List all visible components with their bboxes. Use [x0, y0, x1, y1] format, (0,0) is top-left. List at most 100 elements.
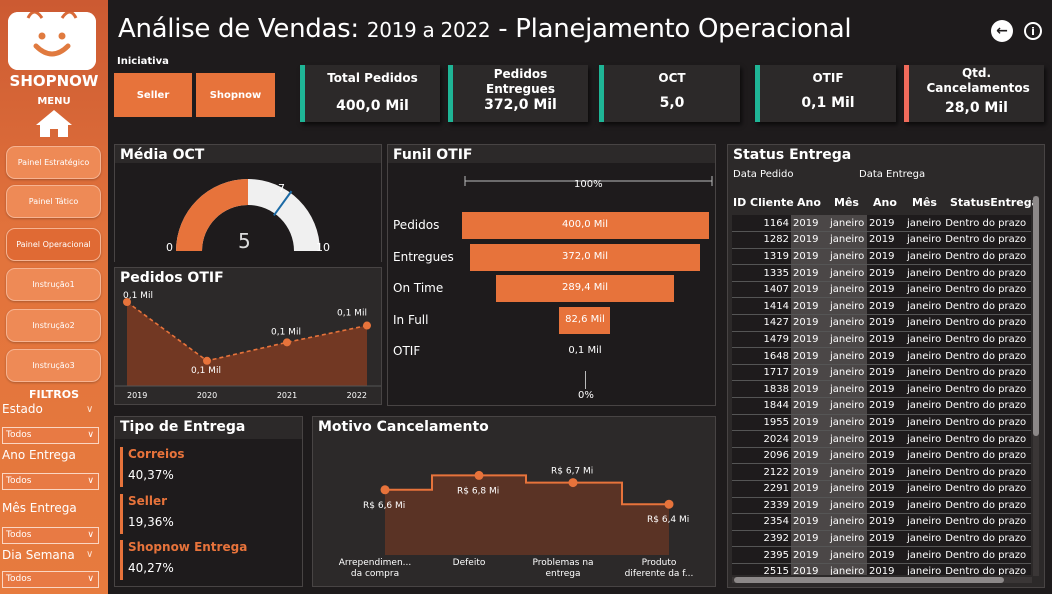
nav-painel-operacional[interactable]: Painel Operacional: [6, 228, 101, 261]
otif-x-tick: 2020: [197, 391, 217, 400]
table-row[interactable]: 1479 2019 janeiro 2019 janeiro Dentro do praz…: [732, 331, 1032, 349]
col-ano-pedido[interactable]: Ano: [797, 196, 821, 209]
table-cell: Dentro do prazo: [943, 480, 1032, 498]
table-cell: 2019: [867, 380, 905, 399]
filter-estado-select[interactable]: Todos ∨: [2, 427, 99, 444]
table-cell: Dentro do prazo: [943, 331, 1032, 349]
table-cell: 2019: [791, 563, 828, 575]
table-cell: Dentro do prazo: [943, 447, 1032, 465]
table-row[interactable]: 2096 2019 janeiro 2019 janeiro Dentro do praz…: [732, 447, 1032, 465]
table-cell: 1955: [732, 414, 791, 432]
status-table-body: 1164 2019 janeiro 2019 janeiro Dentro do praz…: [732, 215, 1032, 575]
motivo-point: [474, 470, 484, 480]
home-icon[interactable]: [30, 108, 78, 138]
shopnow-button[interactable]: Shopnow: [196, 73, 275, 117]
table-row[interactable]: 1955 2019 janeiro 2019 janeiro Dentro do praz…: [732, 414, 1032, 432]
otif-x-tick: 2019: [127, 391, 147, 400]
filter-mes-select[interactable]: Todos ∨: [2, 527, 99, 544]
initiative-label: Iniciativa: [117, 56, 169, 67]
filter-dia-select[interactable]: Todos ∨: [2, 571, 99, 588]
table-cell: 1407: [732, 281, 791, 299]
nav-painel-estrategico[interactable]: Painel Estratégico: [6, 146, 101, 179]
seller-button[interactable]: Seller: [114, 73, 192, 117]
table-cell: 2019: [791, 231, 828, 249]
motivo-point: [568, 478, 578, 488]
col-id-cliente[interactable]: ID Cliente: [733, 196, 794, 209]
filter-ano-select[interactable]: Todos ∨: [2, 473, 99, 490]
table-row[interactable]: 2291 2019 janeiro 2019 janeiro Dentro do praz…: [732, 480, 1032, 498]
nav-instrucao3[interactable]: Instrução3: [6, 349, 101, 382]
accent-bar: [120, 494, 123, 534]
table-row[interactable]: 2354 2019 janeiro 2019 janeiro Dentro do praz…: [732, 513, 1032, 531]
panel-title: Funil OTIF: [393, 147, 473, 163]
nav-instrucao1[interactable]: Instrução1: [6, 268, 101, 301]
table-cell: janeiro: [828, 463, 867, 481]
table-row[interactable]: 2122 2019 janeiro 2019 janeiro Dentro do praz…: [732, 463, 1032, 481]
table-cell: 2019: [791, 430, 828, 448]
filter-estado-label: Estado: [2, 402, 43, 416]
gauge-value-label: 5: [238, 229, 251, 253]
table-row[interactable]: 1838 2019 janeiro 2019 janeiro Dentro do praz…: [732, 380, 1032, 399]
table-cell: janeiro: [905, 380, 944, 399]
table-row[interactable]: 2395 2019 janeiro 2019 janeiro Dentro do praz…: [732, 546, 1032, 564]
table-cell: janeiro: [905, 231, 944, 249]
table-cell: 1335: [732, 264, 791, 282]
table-cell: 2019: [791, 215, 828, 233]
info-icon[interactable]: i: [1024, 22, 1042, 40]
col-mes-pedido[interactable]: Mês: [834, 196, 859, 209]
table-row[interactable]: 1717 2019 janeiro 2019 janeiro Dentro do praz…: [732, 364, 1032, 382]
filter-ano-label: Ano Entrega: [2, 448, 76, 462]
table-cell: 2019: [867, 297, 905, 316]
table-row[interactable]: 1414 2019 janeiro 2019 janeiro Dentro do praz…: [732, 297, 1032, 316]
table-cell: 1838: [732, 380, 791, 399]
table-row[interactable]: 2515 2019 janeiro 2019 janeiro Dentro do praz…: [732, 563, 1032, 575]
funil-bar-value: 372,0 Mil: [562, 250, 608, 262]
table-row[interactable]: 2339 2019 janeiro 2019 janeiro Dentro do praz…: [732, 497, 1032, 515]
scrollbar-thumb[interactable]: [1033, 196, 1039, 436]
table-cell: 2019: [791, 447, 828, 465]
motivo-data-label: R$ 6,4 Mi: [647, 515, 689, 525]
col-status-entrega[interactable]: StatusEntrega: [950, 196, 1039, 209]
filter-mes-label: Mês Entrega: [2, 501, 77, 515]
nav-instrucao2[interactable]: Instrução2: [6, 309, 101, 342]
chevron-down-icon[interactable]: ∨: [86, 549, 93, 560]
table-row[interactable]: 1844 2019 janeiro 2019 janeiro Dentro do praz…: [732, 397, 1032, 415]
table-cell: janeiro: [828, 297, 867, 316]
kpi-title: OTIF: [812, 71, 844, 85]
table-row[interactable]: 1335 2019 janeiro 2019 janeiro Dentro do praz…: [732, 264, 1032, 282]
nav-painel-tatico[interactable]: Painel Tático: [6, 185, 101, 218]
horizontal-scrollbar[interactable]: [732, 577, 1032, 583]
table-cell: janeiro: [905, 364, 944, 382]
table-cell: janeiro: [828, 480, 867, 498]
chevron-down-icon[interactable]: ∨: [86, 404, 93, 415]
funil-stage-label: Pedidos: [393, 218, 440, 232]
table-row[interactable]: 2392 2019 janeiro 2019 janeiro Dentro do praz…: [732, 530, 1032, 548]
otif-x-tick: 2022: [347, 391, 367, 400]
filter-estado-value: Todos: [6, 430, 32, 440]
table-row[interactable]: 1319 2019 janeiro 2019 janeiro Dentro do praz…: [732, 248, 1032, 266]
vertical-scrollbar[interactable]: [1033, 196, 1039, 576]
table-cell: janeiro: [905, 297, 944, 316]
back-arrow-icon[interactable]: ←: [991, 20, 1013, 42]
col-mes-entrega[interactable]: Mês: [912, 196, 937, 209]
table-row[interactable]: 1282 2019 janeiro 2019 janeiro Dentro do praz…: [732, 231, 1032, 249]
table-cell: janeiro: [905, 430, 944, 448]
title-years: 2019 a 2022: [366, 18, 491, 42]
tipo-pct: 40,27%: [128, 561, 174, 575]
table-row[interactable]: 1427 2019 janeiro 2019 janeiro Dentro do praz…: [732, 314, 1032, 332]
table-row[interactable]: 1648 2019 janeiro 2019 janeiro Dentro do praz…: [732, 347, 1032, 365]
table-row[interactable]: 2024 2019 janeiro 2019 janeiro Dentro do praz…: [732, 430, 1032, 448]
table-cell: 2019: [791, 513, 828, 531]
otif-data-label: 0,1 Mil: [271, 327, 301, 337]
col-ano-entrega[interactable]: Ano: [873, 196, 897, 209]
table-cell: 2019: [867, 347, 905, 365]
table-cell: 2019: [867, 480, 905, 498]
table-cell: 2019: [867, 331, 905, 349]
filter-ano-value: Todos: [6, 476, 32, 486]
menu-label: MENU: [37, 96, 71, 107]
table-cell: 2291: [732, 480, 791, 498]
scrollbar-thumb[interactable]: [734, 577, 1004, 583]
title-rest: - Planejamento Operacional: [498, 14, 852, 44]
table-row[interactable]: 1164 2019 janeiro 2019 janeiro Dentro do praz…: [732, 215, 1032, 233]
table-row[interactable]: 1407 2019 janeiro 2019 janeiro Dentro do praz…: [732, 281, 1032, 299]
